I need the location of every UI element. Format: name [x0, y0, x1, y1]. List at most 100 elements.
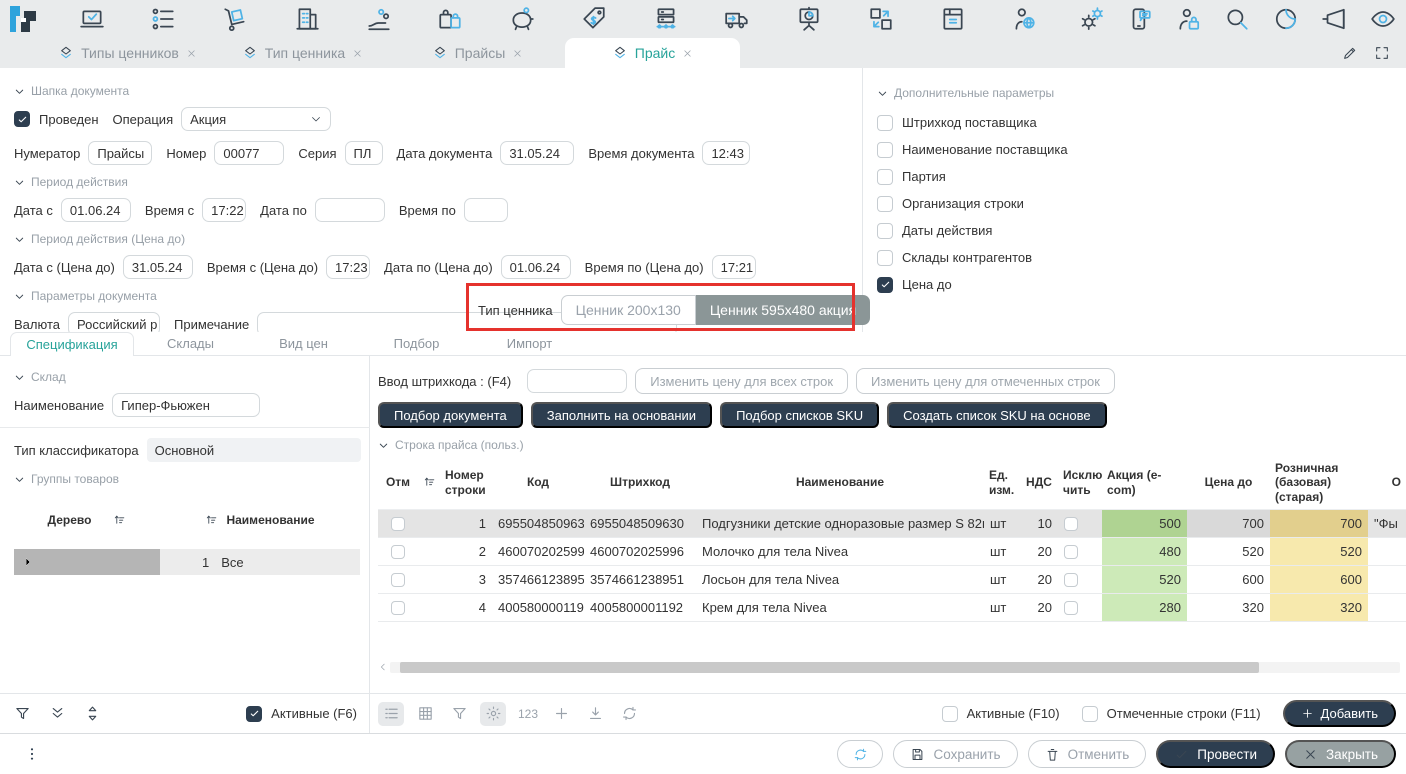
row-checkbox[interactable]: [1064, 517, 1078, 531]
operation-select[interactable]: Акция: [181, 107, 331, 131]
person-lock-icon[interactable]: [1175, 6, 1202, 33]
repeat-icon[interactable]: [616, 702, 642, 726]
table-row[interactable]: 169550485096306955048509630Подгузники де…: [378, 510, 1406, 538]
close-tab-icon[interactable]: [512, 48, 523, 59]
settings-icon[interactable]: [480, 702, 506, 726]
row-checkbox[interactable]: [391, 517, 405, 531]
pricetag-option-button[interactable]: Ценник 595x480 акция: [696, 295, 870, 325]
sort-asc-icon[interactable]: [205, 514, 218, 527]
cell-otm[interactable]: [378, 566, 418, 593]
column-header-otm[interactable]: Отм: [378, 456, 418, 509]
hand-coins-icon[interactable]: [365, 6, 392, 33]
change-price-all-button[interactable]: Изменить цену для всех строк: [635, 368, 848, 394]
tab-Подбор[interactable]: Подбор: [360, 332, 473, 355]
section-warehouse[interactable]: Склад: [14, 370, 361, 384]
section-goods-groups[interactable]: Группы товаров: [14, 472, 361, 486]
row-checkbox[interactable]: [1064, 573, 1078, 587]
tab-Типы ценников[interactable]: Типы ценников: [40, 38, 215, 68]
pp-date-from-field[interactable]: 31.05.24: [123, 255, 193, 279]
cell-excl[interactable]: [1058, 594, 1102, 621]
section-period-price[interactable]: Период действия (Цена до): [14, 232, 862, 246]
extra-param-checkbox[interactable]: [877, 196, 893, 212]
price-tag-icon[interactable]: [580, 6, 607, 33]
table-row[interactable]: 335746612389513574661238951Лосьон для те…: [378, 566, 1406, 594]
expand-icon[interactable]: [14, 549, 160, 575]
tab-Склады[interactable]: Склады: [134, 332, 247, 355]
cancel-button[interactable]: Отменить: [1028, 740, 1147, 768]
warehouse-name-field[interactable]: Гипер-Фьюжен: [112, 393, 260, 417]
clock-icon[interactable]: [1272, 6, 1299, 33]
list-view-icon[interactable]: [378, 702, 404, 726]
row-checkbox[interactable]: [391, 545, 405, 559]
grid-view-icon[interactable]: [412, 702, 438, 726]
pp-time-to-field[interactable]: 17:21: [712, 255, 756, 279]
tree-col-tree[interactable]: Дерево: [48, 513, 92, 527]
edit-pencil-icon[interactable]: [1342, 45, 1358, 61]
active-f10-checkbox[interactable]: [942, 706, 958, 722]
gears-icon[interactable]: [1078, 6, 1105, 33]
barcode-input[interactable]: [527, 369, 627, 393]
piggy-bank-icon[interactable]: [509, 6, 536, 33]
row-checkbox[interactable]: [1064, 601, 1078, 615]
checklist-icon[interactable]: [150, 6, 177, 33]
column-header-excl[interactable]: Исклю чить: [1058, 456, 1102, 509]
kebab-menu-icon[interactable]: [24, 746, 40, 762]
filter-icon[interactable]: [446, 702, 472, 726]
column-header-price_to[interactable]: Цена до: [1187, 456, 1270, 509]
close-tab-icon[interactable]: [352, 48, 363, 59]
tab-Импорт[interactable]: Импорт: [473, 332, 586, 355]
tab-Прайс[interactable]: Прайс: [565, 38, 740, 68]
scroll-left-icon[interactable]: [378, 662, 388, 672]
tab-Вид цен[interactable]: Вид цен: [247, 332, 360, 355]
series-field[interactable]: ПЛ: [345, 141, 383, 165]
save-button[interactable]: Сохранить: [893, 740, 1017, 768]
tab-Тип ценника[interactable]: Тип ценника: [215, 38, 390, 68]
person-globe-icon[interactable]: [1011, 6, 1038, 33]
table-row[interactable]: 246007020259964600702025996Молочко для т…: [378, 538, 1406, 566]
trolley-icon[interactable]: [222, 6, 249, 33]
fullscreen-icon[interactable]: [1374, 45, 1390, 61]
scrollbar-track[interactable]: [390, 662, 1400, 673]
truck-icon[interactable]: [724, 6, 751, 33]
add-row-button[interactable]: Добавить: [1283, 700, 1396, 727]
doc-date-field[interactable]: 31.05.24: [500, 141, 574, 165]
period-time-to-field[interactable]: [464, 198, 508, 222]
double-chevron-down-icon[interactable]: [49, 705, 66, 722]
active-f6-checkbox[interactable]: [246, 706, 262, 722]
section-period[interactable]: Период действия: [14, 175, 862, 189]
column-header-sort[interactable]: [418, 456, 440, 509]
column-header-num[interactable]: Номер строки: [440, 456, 492, 509]
cell-otm[interactable]: [378, 594, 418, 621]
doc-time-field[interactable]: 12:43: [702, 141, 750, 165]
swap-squares-icon[interactable]: [867, 6, 894, 33]
pricetag-option-button[interactable]: Ценник 200x130: [561, 295, 696, 325]
shopping-bags-icon[interactable]: [437, 6, 464, 33]
close-tab-icon[interactable]: [186, 48, 197, 59]
extra-param-checkbox[interactable]: [877, 169, 893, 185]
create-sku-list-button[interactable]: Создать список SKU на основе: [887, 402, 1106, 428]
extra-param-checkbox[interactable]: [877, 115, 893, 131]
close-tab-icon[interactable]: [682, 48, 693, 59]
extra-param-checkbox[interactable]: [877, 277, 893, 293]
fill-from-base-button[interactable]: Заполнить на основании: [531, 402, 712, 428]
megaphone-icon[interactable]: [1321, 6, 1348, 33]
section-header-doc[interactable]: Шапка документа: [14, 84, 862, 98]
building-icon[interactable]: [293, 6, 320, 33]
tab-Спецификация[interactable]: Спецификация: [10, 332, 134, 356]
app-logo[interactable]: [8, 5, 38, 33]
sort-asc-icon[interactable]: [113, 514, 126, 527]
laptop-check-icon[interactable]: [78, 6, 105, 33]
section-extra-params[interactable]: Дополнительные параметры: [877, 86, 1406, 100]
eye-icon[interactable]: [1369, 6, 1396, 33]
column-header-barcode[interactable]: Штрихкод: [584, 456, 696, 509]
cell-excl[interactable]: [1058, 566, 1102, 593]
refresh-button[interactable]: [837, 740, 883, 768]
pp-date-to-field[interactable]: 01.06.24: [501, 255, 571, 279]
tree-row[interactable]: 1Все: [14, 549, 360, 575]
section-price-rows[interactable]: Строка прайса (польз.): [378, 438, 1406, 452]
presentation-chart-icon[interactable]: [796, 6, 823, 33]
posted-checkbox[interactable]: [14, 111, 30, 127]
cell-excl[interactable]: [1058, 538, 1102, 565]
column-header-extra[interactable]: О: [1368, 456, 1406, 509]
cell-otm[interactable]: [378, 538, 418, 565]
